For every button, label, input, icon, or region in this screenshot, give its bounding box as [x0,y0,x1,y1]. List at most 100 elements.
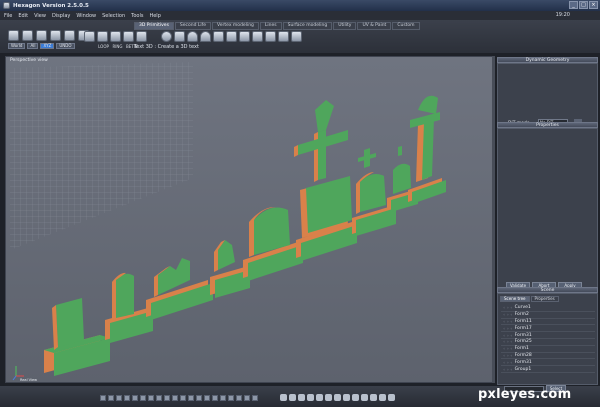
menu-window[interactable]: Window [76,13,96,19]
view-layout-icon[interactable] [164,395,170,401]
view-layout-icon[interactable] [220,395,226,401]
select-arrow-icon[interactable] [8,30,19,41]
tab-second-life[interactable]: Second Life [174,22,212,30]
brush-icon[interactable] [64,30,75,41]
cylinder-icon[interactable] [187,31,198,42]
text3d-icon[interactable] [291,31,302,42]
menu-edit[interactable]: Edit [18,13,28,19]
tube-icon[interactable] [278,31,289,42]
close-button[interactable]: × [589,1,598,9]
view-layout-icon[interactable] [140,395,146,401]
tab-3d-primitives[interactable]: 3D Primitives [134,22,174,30]
view-layout-icon[interactable] [156,395,162,401]
view-layout-icon[interactable] [228,395,234,401]
light-icon[interactable] [325,394,332,401]
tab-lines[interactable]: Lines [259,22,282,30]
list-item[interactable]: ◦ ◦ ◦ Form17 [501,325,595,333]
tab-surface-modeling[interactable]: Surface modeling [282,22,333,30]
xyz-button[interactable]: XYZ [40,43,55,49]
visibility-icon[interactable]: ◦ ◦ ◦ [503,360,513,365]
move-icon[interactable] [22,30,33,41]
list-item[interactable]: ◦ ◦ ◦ Form31 [501,332,595,339]
view-layout-icon[interactable] [172,395,178,401]
loop-icon[interactable] [97,31,108,42]
view-layout-icon[interactable] [148,395,154,401]
view-layout-icon[interactable] [212,395,218,401]
maximize-button[interactable]: □ [579,1,588,9]
menu-display[interactable]: Display [52,13,70,19]
snap-icon[interactable] [361,394,368,401]
frame-icon[interactable] [307,394,314,401]
view-layout-icon[interactable] [252,395,258,401]
pyramid-icon[interactable] [226,31,237,42]
list-item[interactable]: ◦ ◦ ◦ Form28 [501,353,595,360]
menu-selection[interactable]: Selection [102,13,125,19]
tab-vertex-modeling[interactable]: Vertex modeling [212,22,259,30]
camera-icon[interactable] [316,394,323,401]
visibility-icon[interactable]: ◦ ◦ ◦ [503,346,513,351]
tab-uv-paint[interactable]: UV & Paint [357,22,392,30]
view-layout-icon[interactable] [204,395,210,401]
pan-icon[interactable] [280,394,287,401]
fullscreen-icon[interactable] [388,394,395,401]
list-item[interactable]: ◦ ◦ ◦ Form1 [501,346,595,353]
menu-file[interactable]: File [4,13,12,19]
tombstone-3[interactable] [146,258,213,320]
axis-icon[interactable] [379,394,386,401]
undo-button[interactable]: UNDO [56,43,75,49]
view-layout-icon[interactable] [188,395,194,401]
cube-select-icon[interactable] [84,31,95,42]
minimize-button[interactable]: _ [569,1,578,9]
all-button[interactable]: All [27,43,39,49]
view-layout-icon[interactable] [196,395,202,401]
view-layout-icon[interactable] [108,395,114,401]
cone-icon[interactable] [213,31,224,42]
wireframe-icon[interactable] [352,394,359,401]
list-item[interactable]: ◦ ◦ ◦ Form25 [501,339,595,346]
disc-icon[interactable] [252,31,263,42]
viewport-scrollbar[interactable] [492,56,495,383]
visibility-icon[interactable]: ◦ ◦ ◦ [503,326,513,331]
box-icon[interactable] [174,31,185,42]
visibility-icon[interactable]: ◦ ◦ ◦ [503,319,513,324]
sphere-icon[interactable] [161,31,172,42]
tombstone-7[interactable] [352,148,396,236]
visibility-icon[interactable]: ◦ ◦ ◦ [503,339,513,344]
view-layout-icon[interactable] [236,395,242,401]
torus-icon[interactable] [265,31,276,42]
list-item[interactable]: ◦ ◦ ◦ Form11 [501,319,595,326]
plane-icon[interactable] [239,31,250,42]
visibility-icon[interactable]: ◦ ◦ ◦ [503,353,513,358]
tombstone-6[interactable] [294,100,357,261]
menu-help[interactable]: Help [149,13,160,19]
orbit-icon[interactable] [289,394,296,401]
tombstone-9[interactable] [408,95,446,204]
render-icon[interactable] [334,394,341,401]
zoom-icon[interactable] [298,394,305,401]
view-layout-icon[interactable] [116,395,122,401]
shading-icon[interactable] [343,394,350,401]
cube-icon[interactable] [136,31,147,42]
tab-scene-tree[interactable]: Scene tree [500,296,530,302]
ring-icon[interactable] [110,31,121,42]
grid-icon[interactable] [370,394,377,401]
between-icon[interactable] [123,31,134,42]
visibility-icon[interactable]: ◦ ◦ ◦ [503,305,513,310]
list-item[interactable]: ◦ ◦ ◦ Form31 [501,359,595,367]
tab-utility[interactable]: Utility [333,22,357,30]
tombstone-2[interactable] [105,272,153,343]
menu-view[interactable]: View [34,13,46,19]
tombstone-1[interactable] [44,298,110,376]
capsule-icon[interactable] [200,31,211,42]
menu-tools[interactable]: Tools [131,13,143,19]
view-layout-icon[interactable] [180,395,186,401]
visibility-icon[interactable]: ◦ ◦ ◦ [503,312,513,317]
list-item[interactable]: ◦ ◦ ◦ Group1 [501,366,595,373]
visibility-icon[interactable]: ◦ ◦ ◦ [503,367,513,372]
scale-icon[interactable] [50,30,61,41]
visibility-icon[interactable]: ◦ ◦ ◦ [503,333,513,338]
coord-mode-select[interactable]: World [8,43,26,49]
list-item[interactable]: ◦ ◦ ◦ Curve1 [501,305,595,312]
list-item[interactable]: ◦ ◦ ◦ Form2 [501,312,595,319]
view-layout-icon[interactable] [244,395,250,401]
